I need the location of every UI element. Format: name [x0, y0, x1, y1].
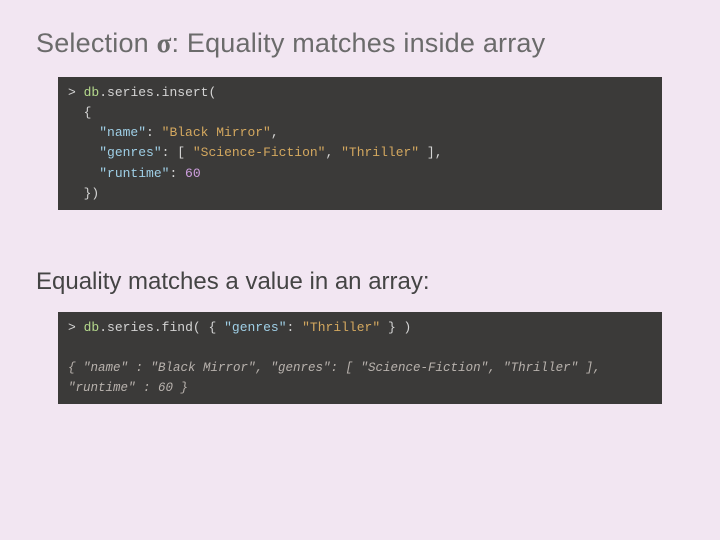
prompt: > — [68, 320, 76, 335]
val-genre1: "Science-Fiction" — [193, 145, 326, 160]
db-token: db — [84, 320, 100, 335]
subtitle: Equality matches a value in an array: — [36, 268, 684, 296]
collection-token: series — [107, 85, 154, 100]
title-suffix: : Equality matches inside array — [171, 28, 545, 58]
key-runtime: "runtime" — [99, 166, 169, 181]
db-token: db — [84, 85, 100, 100]
query-result: { "name" : "Black Mirror", "genres": [ "… — [68, 357, 601, 395]
val-name: "Black Mirror" — [162, 125, 271, 140]
val-genre2: "Thriller" — [341, 145, 419, 160]
code-block-insert: > db.series.insert( { "name": "Black Mir… — [58, 77, 662, 210]
collection-token: series — [107, 320, 154, 335]
val-genre: "Thriller" — [302, 320, 380, 335]
key-genres: "genres" — [224, 320, 286, 335]
key-genres: "genres" — [99, 145, 161, 160]
prompt: > — [68, 85, 76, 100]
val-runtime: 60 — [185, 166, 201, 181]
sigma-symbol: σ — [157, 28, 172, 58]
slide-title: Selection σ: Equality matches inside arr… — [36, 28, 684, 59]
method-token: insert( — [162, 85, 217, 100]
method-token: find( — [162, 320, 209, 335]
title-prefix: Selection — [36, 28, 157, 58]
key-name: "name" — [99, 125, 146, 140]
code-block-find: > db.series.find( { "genres": "Thriller"… — [58, 312, 662, 405]
